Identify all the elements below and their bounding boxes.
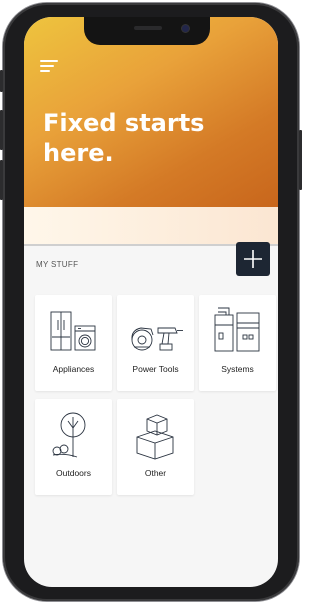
add-item-button[interactable] xyxy=(236,242,270,276)
category-tile-systems[interactable]: Systems xyxy=(199,295,276,391)
my-stuff-label: MY STUFF xyxy=(36,260,79,269)
phone-notch xyxy=(84,17,210,45)
category-label: Systems xyxy=(221,364,254,374)
category-label: Power Tools xyxy=(132,364,179,374)
hero-title: Fixed starts here. xyxy=(43,109,205,167)
plus-icon xyxy=(244,250,262,268)
hero-band xyxy=(24,207,278,244)
category-label: Other xyxy=(144,468,167,478)
speaker-grille xyxy=(134,26,162,30)
category-tile-appliances[interactable]: Appliances xyxy=(35,295,112,391)
menu-icon[interactable] xyxy=(40,58,62,74)
camera-icon xyxy=(182,25,189,32)
other-icon xyxy=(136,414,174,460)
category-label: Outdoors xyxy=(56,468,91,478)
power-tools-icon xyxy=(131,327,183,351)
mute-switch xyxy=(0,70,3,92)
category-label: Appliances xyxy=(52,364,95,374)
app-screen: Fixed starts here. MY STUFF Appliances P… xyxy=(24,17,278,587)
volume-down-button xyxy=(0,160,3,200)
category-tile-other[interactable]: Other xyxy=(117,399,194,495)
outdoors-icon xyxy=(52,412,86,458)
category-tile-outdoors[interactable]: Outdoors xyxy=(35,399,112,495)
volume-up-button xyxy=(0,110,3,150)
hero-banner: Fixed starts here. xyxy=(24,17,278,207)
category-tile-power-tools[interactable]: Power Tools xyxy=(117,295,194,391)
systems-icon xyxy=(214,307,260,352)
appliances-icon xyxy=(50,311,96,351)
side-button xyxy=(299,130,302,190)
